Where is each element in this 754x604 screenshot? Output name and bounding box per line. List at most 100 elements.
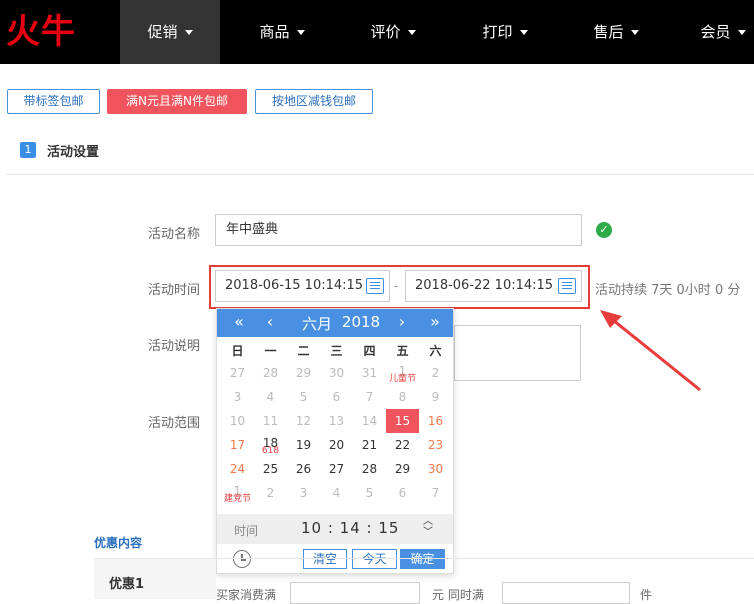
calendar-day[interactable]: 30	[320, 361, 353, 385]
prev-month-button[interactable]: ‹	[260, 309, 280, 337]
day-number: 22	[394, 438, 411, 452]
calendar-day[interactable]: 24	[221, 457, 254, 481]
nav-products[interactable]: 商品	[232, 0, 332, 64]
day-number: 30	[328, 366, 345, 380]
quantity-label: 元 同时满	[432, 588, 484, 602]
day-number: 5	[299, 390, 308, 404]
calendar-day[interactable]: 22	[386, 433, 419, 457]
day-number: 19	[295, 438, 312, 452]
logo[interactable]: 火牛	[6, 12, 86, 52]
calendar-day[interactable]: 25	[254, 457, 287, 481]
day-number: 6	[332, 390, 341, 404]
calendar-day[interactable]: 9	[419, 385, 452, 409]
calendar-day[interactable]: 27	[221, 361, 254, 385]
calendar-day[interactable]: 7	[353, 385, 386, 409]
activity-description-textarea[interactable]	[454, 325, 581, 381]
calendar-day[interactable]: 3	[287, 481, 320, 505]
calendar-header: « ‹ 六月 2018 › »	[217, 309, 453, 337]
calendar-day[interactable]: 6	[320, 385, 353, 409]
calendar-day[interactable]: 12	[287, 409, 320, 433]
activity-scope-label: 活动范围	[147, 416, 200, 431]
next-year-button[interactable]: »	[425, 309, 445, 337]
activity-description-label: 活动说明	[147, 339, 200, 354]
calendar-month[interactable]: 六月	[297, 313, 337, 334]
nav-members[interactable]: 会员	[678, 0, 754, 64]
calendar-day[interactable]: 5	[287, 385, 320, 409]
chevron-down-icon	[737, 30, 746, 35]
nav-print-label: 打印	[482, 23, 513, 41]
calendar-day[interactable]: 29	[386, 457, 419, 481]
calendar-day[interactable]: 2	[254, 481, 287, 505]
calendar-day[interactable]: 23	[419, 433, 452, 457]
calendar-day[interactable]: 11	[254, 409, 287, 433]
day-number: 8	[398, 390, 407, 404]
day-number: 31	[361, 366, 378, 380]
nav-after-sales[interactable]: 售后	[566, 0, 666, 64]
day-number: 11	[262, 414, 279, 428]
time-value[interactable]: 10 : 14 : 15	[301, 519, 399, 537]
quantity-input[interactable]	[502, 582, 630, 604]
calendar-day[interactable]: 5	[353, 481, 386, 505]
calendar-icon[interactable]	[558, 278, 576, 294]
calendar-day[interactable]: 13	[320, 409, 353, 433]
calendar-day[interactable]: 6	[386, 481, 419, 505]
clear-button[interactable]: 清空	[303, 549, 347, 569]
calendar-day[interactable]: 29	[287, 361, 320, 385]
spend-amount-input[interactable]	[290, 582, 420, 604]
calendar-day[interactable]: 1 儿童节	[386, 361, 419, 385]
calendar-day[interactable]: 8	[386, 385, 419, 409]
next-month-button[interactable]: ›	[392, 309, 412, 337]
day-number: 9	[431, 390, 440, 404]
time-separator: -	[394, 279, 399, 294]
chevron-down-icon	[519, 30, 528, 35]
day-number: 28	[361, 462, 378, 476]
calendar-day[interactable]: 30	[419, 457, 452, 481]
calendar-day[interactable]: 3	[221, 385, 254, 409]
calendar-day[interactable]: 4	[320, 481, 353, 505]
calendar-day[interactable]: 14	[353, 409, 386, 433]
activity-name-input[interactable]: 年中盛典	[215, 214, 582, 246]
chevron-down-icon[interactable]: ﹀	[422, 527, 434, 538]
day-number: 17	[229, 438, 246, 452]
calendar-day[interactable]: 21	[353, 433, 386, 457]
calendar-day[interactable]: 17	[221, 433, 254, 457]
nav-reviews[interactable]: 评价	[343, 0, 443, 64]
calendar-day[interactable]: 26	[287, 457, 320, 481]
tab-region-discount-shipping[interactable]: 按地区减钱包邮	[255, 89, 373, 114]
calendar-year[interactable]: 2018	[341, 313, 381, 331]
day-number: 25	[262, 462, 279, 476]
day-number: 10	[229, 414, 246, 428]
calendar-day[interactable]: 28	[353, 457, 386, 481]
end-time-input[interactable]: 2018-06-22 10:14:15	[405, 270, 582, 302]
time-stepper[interactable]: ︿ ﹀	[422, 516, 434, 538]
chevron-up-icon[interactable]: ︿	[422, 516, 434, 527]
calendar-day[interactable]: 28	[254, 361, 287, 385]
nav-promotion[interactable]: 促销	[120, 0, 220, 64]
calendar-day[interactable]: 2	[419, 361, 452, 385]
calendar-day[interactable]: 7	[419, 481, 452, 505]
start-time-input[interactable]: 2018-06-15 10:14:15	[215, 270, 390, 302]
calendar-day-selected[interactable]: 15	[386, 409, 419, 433]
confirm-button[interactable]: 确定	[400, 549, 445, 569]
nav-members-label: 会员	[700, 23, 731, 41]
calendar-day[interactable]: 19	[287, 433, 320, 457]
tab-tag-free-shipping[interactable]: 带标签包邮	[7, 89, 100, 114]
calendar-day[interactable]: 20	[320, 433, 353, 457]
calendar-day[interactable]: 18 618	[254, 433, 287, 457]
calendar-icon[interactable]	[366, 278, 384, 294]
day-number: 5	[365, 486, 374, 500]
calendar-day[interactable]: 16	[419, 409, 452, 433]
day-number: 16	[427, 414, 444, 428]
today-button[interactable]: 今天	[352, 549, 397, 569]
nav-print[interactable]: 打印	[455, 0, 555, 64]
calendar-day[interactable]: 4	[254, 385, 287, 409]
clock-icon[interactable]	[233, 550, 251, 568]
calendar-day[interactable]: 10	[221, 409, 254, 433]
calendar-day[interactable]: 1 建党节	[221, 481, 254, 505]
prev-year-button[interactable]: «	[229, 309, 249, 337]
tab-amount-quantity-free-shipping[interactable]: 满N元且满N件包邮	[107, 89, 247, 114]
calendar-day[interactable]: 27	[320, 457, 353, 481]
calendar-day[interactable]: 31	[353, 361, 386, 385]
day-number: 21	[361, 438, 378, 452]
holiday-label: 建党节	[223, 494, 251, 504]
